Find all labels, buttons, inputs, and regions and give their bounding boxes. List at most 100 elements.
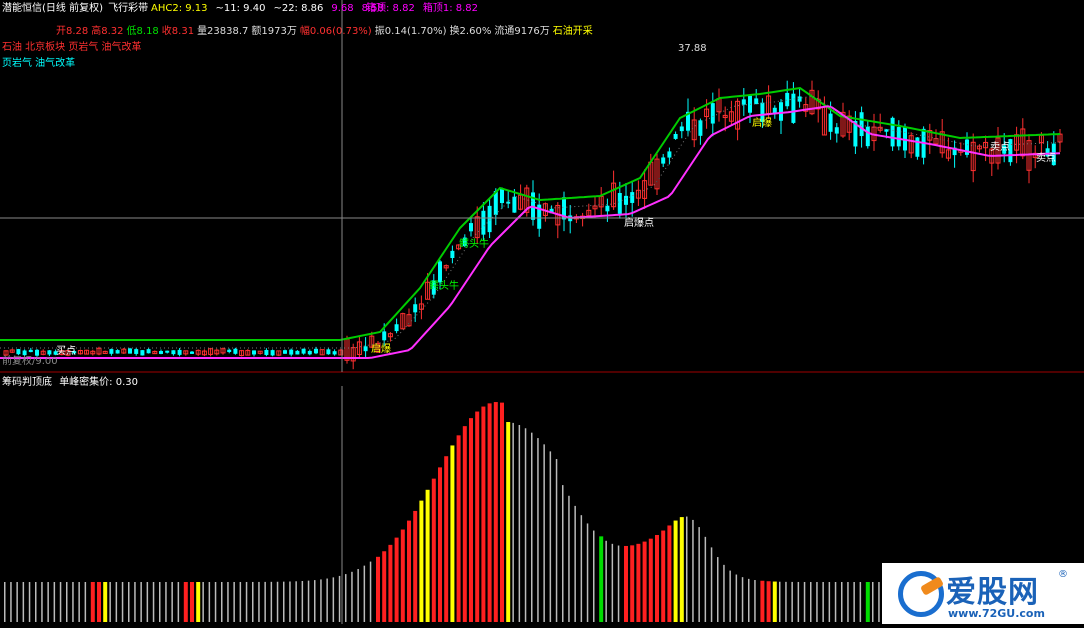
indicator-bar [865,582,870,622]
indicator-bar [704,536,707,622]
indicator-bar [196,581,201,622]
indicator-bar [41,582,43,622]
watermark-name: 爱股网 [946,575,1039,610]
signal-sell-2: 卖点 [1036,153,1056,164]
indicator-bar [425,489,430,622]
signal-launch-1: 启爆 [371,344,391,355]
watermark-registered: ® [1058,569,1068,580]
candle-body [28,349,33,353]
indicator-bar [301,581,304,622]
indicator-bar [791,581,793,622]
indicator-bar [431,478,436,622]
indicator-bar [152,582,155,622]
ribbon-upper-line [0,86,1061,341]
indicator-bar [717,557,719,622]
indicator-bar [4,582,6,622]
candle-body [487,205,492,233]
indicator-bar [159,582,161,622]
quote-field-6: 幅0.06(0.73%) [299,26,372,37]
candle-body [450,250,455,259]
indicator-bar [493,402,498,622]
candle-body [624,195,628,205]
indicator-bar [748,578,750,622]
candle-body [630,192,635,203]
indicator-bar [388,544,393,622]
indicator-bar [394,537,399,622]
candle-body [741,99,746,105]
candle-body [865,126,870,147]
candlestick-chart[interactable] [0,0,1084,374]
indicator-bar [741,577,744,622]
indicator-bar [462,426,467,622]
quote-field-3: 收8.31 [161,26,195,37]
ma-value-3: 9.68 [331,3,354,14]
signal-bull-2: 鳄头牛 [459,239,489,250]
candle-body [128,348,132,354]
indicator-bar [537,438,539,622]
indicator-bar [456,435,461,622]
candle-body [171,350,176,355]
indicator-bar [227,581,229,622]
indicator-bar [245,581,248,622]
box-top-value-0: 箱顶: 8.82 [366,3,415,14]
candle-body [109,349,114,354]
candle-body [177,349,182,355]
indicator-bar [555,459,558,622]
indicator-bar [568,495,570,622]
candle-body [896,127,901,147]
indicator-bar [320,579,322,622]
ma-value-0: AHC2: 9.13 [151,3,208,14]
candle-body [667,151,672,158]
indicator-bar [760,580,765,622]
candle-body [413,304,418,313]
candle-body [252,350,256,355]
indicator-bar [233,581,235,622]
indicator-bar [754,580,756,622]
signal-sell-1: 卖点 [990,142,1010,153]
candle-body [264,349,269,355]
indicator-bar [593,530,595,622]
indicator-bar [363,565,366,622]
indicator-bar [543,444,545,622]
ma-value-1: ~11: 9.40 [215,3,266,14]
price-chart-pane[interactable]: 潜能恒信(日线 前复权) 飞行彩带 AHC2: 9.13 ~11: 9.40 ~22… [0,0,1084,374]
candle-body [22,350,27,356]
indicator-bar [165,581,167,622]
price-mode-label: 前复权/9.00 [2,356,58,367]
ribbon-lower-line [0,105,1061,359]
indicator-title-row: 筹码判顶底 单峰密集价: 0.30 [2,377,138,389]
indicator-bar [115,582,118,622]
indicator-bar [549,451,552,622]
indicator-bar [599,536,604,622]
indicator-bar [66,582,68,622]
concept-line-1: 石油 北京板块 页岩气 油气改革 [2,42,142,53]
indicator-bar [531,432,533,622]
logo-icon [898,571,944,617]
indicator-bar [586,523,589,622]
indicator-bar [295,581,297,622]
indicator-bar [314,580,316,622]
candle-body [314,348,318,354]
indicator-bar [270,581,273,622]
indicator-bar [419,500,424,622]
indicator-bar [686,516,688,622]
indicator-bar [487,403,492,622]
indicator-bar [810,581,812,622]
candle-body [134,349,139,354]
indicator-bar [841,581,843,622]
indicator-bar [59,582,62,622]
indicator-bar [103,582,108,622]
quote-field-9: 流通9176万 [494,26,550,37]
indicator-bar [351,571,353,622]
indicator-bar [214,581,217,622]
quote-field-0: 开8.28 [56,26,89,37]
watermark-url: www.72GU.com [948,607,1045,620]
indicator-bar [382,551,387,622]
indicator-bar [828,581,831,622]
indicator-bar [636,543,641,622]
candle-body [754,98,759,105]
candle-body [617,192,622,214]
candle-body [915,137,920,157]
indicator-bar [190,581,194,622]
indicator-bar [22,582,25,622]
